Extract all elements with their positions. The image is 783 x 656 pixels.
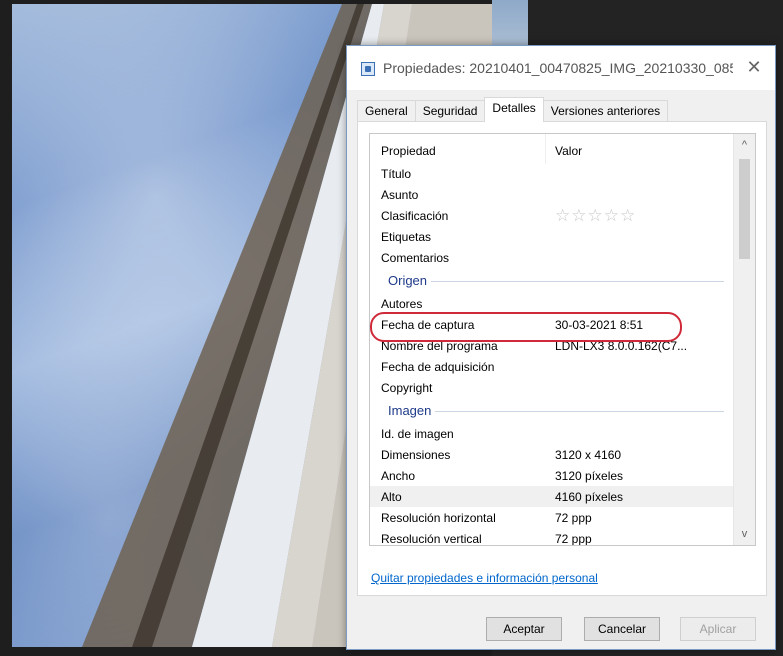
file-properties-icon bbox=[361, 62, 375, 76]
row-width[interactable]: Ancho 3120 píxeles bbox=[370, 465, 734, 486]
date-taken-highlight bbox=[370, 312, 682, 342]
row-dimensions[interactable]: Dimensiones 3120 x 4160 bbox=[370, 444, 734, 465]
dialog-title: Propiedades: 20210401_00470825_IMG_20210… bbox=[383, 60, 733, 76]
row-rating[interactable]: Clasificación ☆☆☆☆☆ bbox=[370, 205, 734, 226]
property-name: Resolución horizontal bbox=[381, 511, 496, 525]
ok-button[interactable]: Aceptar bbox=[486, 617, 562, 641]
property-name: Ancho bbox=[381, 469, 416, 483]
property-value: 3120 píxeles bbox=[555, 469, 624, 483]
property-name: Dimensiones bbox=[381, 448, 451, 462]
row-date-acquired[interactable]: Fecha de adquisición bbox=[370, 356, 734, 377]
property-name: Título bbox=[381, 167, 412, 181]
property-value: 4160 píxeles bbox=[555, 490, 624, 504]
property-name: Fecha de adquisición bbox=[381, 360, 495, 374]
close-button[interactable]: ✕ bbox=[743, 56, 765, 78]
row-subject[interactable]: Asunto bbox=[370, 184, 734, 205]
property-name: Alto bbox=[381, 490, 402, 504]
property-name: Clasificación bbox=[381, 209, 449, 223]
title-bar[interactable]: Propiedades: 20210401_00470825_IMG_20210… bbox=[347, 46, 775, 90]
property-rows: Título Asunto Clasificación ☆☆☆☆☆ Etique… bbox=[370, 163, 734, 546]
row-height[interactable]: Alto 4160 píxeles bbox=[370, 486, 734, 507]
tab-details[interactable]: Detalles bbox=[484, 97, 544, 122]
tab-bar: General Seguridad Detalles Versiones ant… bbox=[357, 97, 669, 122]
section-title: Imagen bbox=[388, 403, 436, 418]
scroll-down-arrow-icon[interactable]: v bbox=[734, 523, 755, 545]
row-copyright[interactable]: Copyright bbox=[370, 377, 734, 398]
apply-button[interactable]: Aplicar bbox=[680, 617, 756, 641]
row-tags[interactable]: Etiquetas bbox=[370, 226, 734, 247]
details-panel: Propiedad Valor Título Asunto Clasificac… bbox=[357, 121, 767, 596]
property-value: 72 ppp bbox=[555, 532, 592, 546]
property-name: Resolución vertical bbox=[381, 532, 482, 546]
column-separator[interactable] bbox=[545, 134, 546, 164]
property-name: Etiquetas bbox=[381, 230, 432, 244]
cancel-button[interactable]: Cancelar bbox=[584, 617, 660, 641]
row-authors[interactable]: Autores bbox=[370, 293, 734, 314]
scroll-up-arrow-icon[interactable]: ^ bbox=[734, 134, 755, 156]
vertical-scrollbar[interactable]: ^ v bbox=[733, 134, 755, 545]
section-divider bbox=[388, 411, 724, 412]
section-image: Imagen bbox=[370, 398, 734, 423]
row-vertical-resolution[interactable]: Resolución vertical 72 ppp bbox=[370, 528, 734, 546]
row-horizontal-resolution[interactable]: Resolución horizontal 72 ppp bbox=[370, 507, 734, 528]
property-name: Autores bbox=[381, 297, 423, 311]
list-header: Propiedad Valor bbox=[370, 134, 734, 164]
properties-dialog: Propiedades: 20210401_00470825_IMG_20210… bbox=[346, 45, 776, 650]
property-value: 72 ppp bbox=[555, 511, 592, 525]
section-title: Origen bbox=[388, 273, 432, 288]
column-header-property[interactable]: Propiedad bbox=[381, 144, 436, 158]
property-name: Id. de imagen bbox=[381, 427, 454, 441]
remove-properties-link[interactable]: Quitar propiedades e información persona… bbox=[371, 571, 598, 585]
tab-general[interactable]: General bbox=[357, 100, 416, 122]
section-origin: Origen bbox=[370, 268, 734, 293]
tab-previous-versions[interactable]: Versiones anteriores bbox=[542, 100, 669, 122]
section-divider bbox=[388, 281, 724, 282]
property-name: Asunto bbox=[381, 188, 419, 202]
row-title[interactable]: Título bbox=[370, 163, 734, 184]
tab-security[interactable]: Seguridad bbox=[414, 100, 486, 122]
row-image-id[interactable]: Id. de imagen bbox=[370, 423, 734, 444]
rating-stars[interactable]: ☆☆☆☆☆ bbox=[555, 206, 636, 226]
property-name: Comentarios bbox=[381, 251, 450, 265]
scroll-thumb[interactable] bbox=[739, 159, 750, 259]
property-value: 3120 x 4160 bbox=[555, 448, 622, 462]
property-name: Copyright bbox=[381, 381, 433, 395]
row-comments[interactable]: Comentarios bbox=[370, 247, 734, 268]
column-header-value[interactable]: Valor bbox=[555, 144, 582, 158]
